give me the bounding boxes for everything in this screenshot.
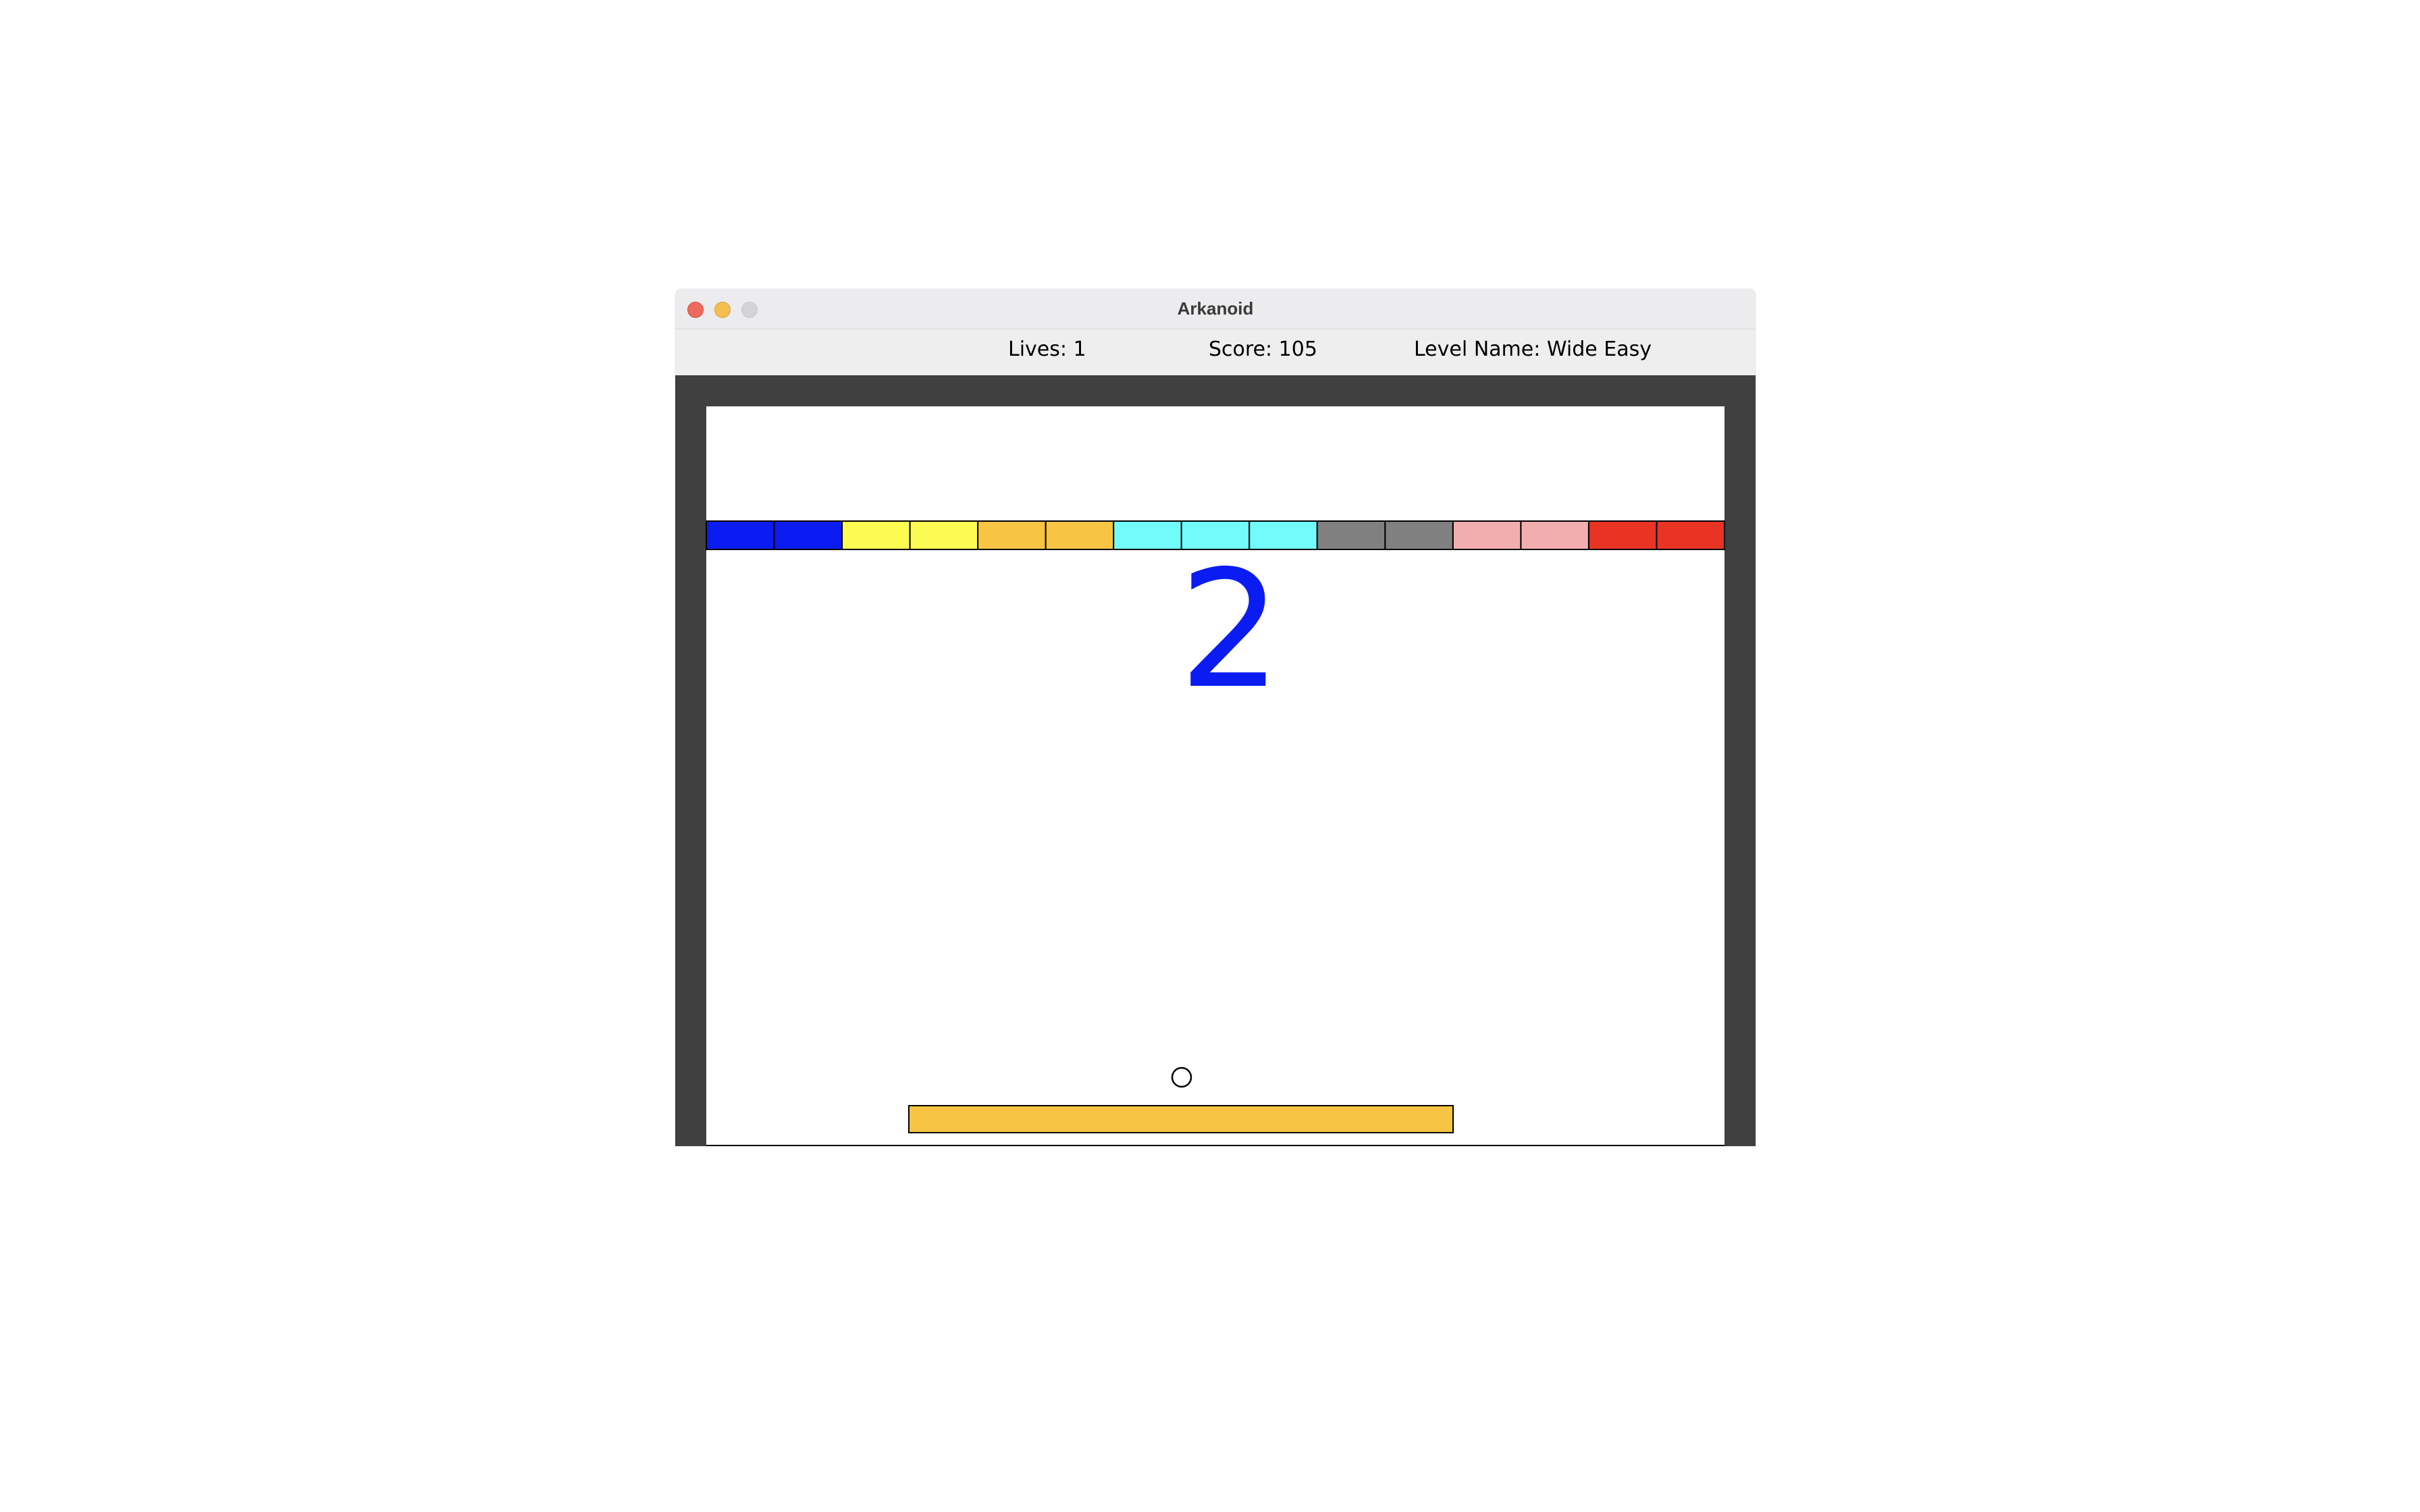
game-hud: Lives: 1 Score: 105 Level Name: Wide Eas…: [675, 329, 1756, 375]
block: [1113, 520, 1182, 550]
block: [1384, 520, 1454, 550]
block: [1587, 520, 1658, 550]
block: [841, 520, 911, 550]
score-indicator: Score: 105: [1209, 338, 1317, 361]
block: [1316, 520, 1386, 550]
paddle[interactable]: [908, 1105, 1454, 1133]
game-window: Arkanoid Lives: 1 Score: 105 Level Name:…: [675, 289, 1756, 1146]
block: [977, 520, 1047, 550]
block: [706, 520, 775, 550]
block: [1520, 520, 1589, 550]
block: [773, 520, 843, 550]
countdown-number: 2: [1179, 535, 1282, 724]
block: [909, 520, 979, 550]
block: [1656, 520, 1725, 550]
window-title: Arkanoid: [1177, 298, 1254, 319]
lives-indicator: Lives: 1: [1008, 338, 1086, 361]
level-name-indicator: Level Name: Wide Easy: [1414, 338, 1652, 361]
game-canvas[interactable]: 2: [675, 375, 1756, 1146]
play-field: [706, 406, 1725, 1146]
block: [1452, 520, 1522, 550]
title-bar[interactable]: Arkanoid: [675, 289, 1756, 329]
ball: [1171, 1066, 1192, 1088]
block: [1045, 520, 1115, 550]
